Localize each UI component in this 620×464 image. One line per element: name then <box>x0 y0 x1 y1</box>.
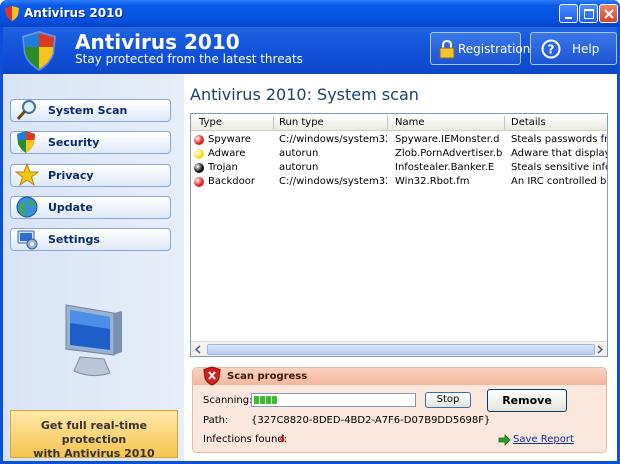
help-button[interactable]: ? Help <box>530 32 617 65</box>
registration-button[interactable]: Registration <box>430 32 530 65</box>
cell-run-type: C://windows/system32/i... <box>279 134 387 145</box>
sidebar-item-privacy[interactable]: Privacy <box>10 163 171 187</box>
app-header: Antivirus 2010 Stay protected from the l… <box>3 27 617 74</box>
app-subtitle: Stay protected from the latest threats <box>75 52 303 66</box>
threat-level-icon <box>194 163 204 173</box>
sidebar-item-security[interactable]: Security <box>10 131 171 154</box>
cell-details: Steals sensitive informat <box>511 162 607 173</box>
promo-line-2: with Antivirus 2010 <box>33 447 155 460</box>
cell-name: Zlob.PornAdvertiser.ba <box>395 148 503 159</box>
main-panel: Antivirus 2010: System scan Type Run typ… <box>184 74 617 461</box>
remove-button[interactable]: Remove <box>487 389 567 412</box>
progress-segment <box>254 396 259 404</box>
cell-details: An IRC controlled backd <box>511 176 607 187</box>
cell-type: Adware <box>208 148 246 159</box>
column-header-details[interactable]: Details <box>511 117 546 128</box>
close-icon <box>604 9 614 19</box>
threats-table[interactable]: Type Run type Name Details Spyware C://w… <box>190 113 608 357</box>
column-separator[interactable] <box>273 116 274 129</box>
app-window: Antivirus 2010 Antivirus 2010 Stay prote… <box>0 0 620 464</box>
cell-type: Backdoor <box>208 176 255 187</box>
minimize-button[interactable] <box>559 4 578 23</box>
threat-level-icon <box>194 149 204 159</box>
shield-icon <box>5 6 19 21</box>
svg-text:?: ? <box>548 43 555 57</box>
scan-progress-header: Scan progress <box>193 366 606 386</box>
cell-run-type: autorun <box>279 162 319 173</box>
scan-progress-bar <box>251 393 416 407</box>
maximize-button[interactable] <box>579 4 598 23</box>
scan-progress-panel: Scan progress Scanning: Stop Remove Path… <box>192 366 607 453</box>
scroll-right-icon[interactable] <box>593 343 606 356</box>
save-report-link[interactable]: Save Report <box>513 434 574 445</box>
cell-name: Win32.Rbot.fm <box>395 176 470 187</box>
cell-run-type: autorun <box>279 148 319 159</box>
sidebar-item-label: Settings <box>48 233 100 246</box>
column-separator[interactable] <box>504 116 505 129</box>
progress-segment <box>272 396 277 404</box>
table-row[interactable]: Spyware C://windows/system32/i... Spywar… <box>191 133 607 147</box>
threat-level-icon <box>194 135 204 145</box>
scanning-label: Scanning: <box>203 395 253 406</box>
cell-run-type: C://windows/system32/... <box>279 176 387 187</box>
close-button[interactable] <box>599 4 618 23</box>
page-title: Antivirus 2010: System scan <box>190 85 419 104</box>
column-separator[interactable] <box>387 116 388 129</box>
shield-icon <box>17 131 35 153</box>
table-row[interactable]: Adware autorun Zlob.PornAdvertiser.ba Ad… <box>191 147 607 161</box>
registration-label: Registration <box>458 42 531 56</box>
stop-button[interactable]: Stop <box>425 392 471 408</box>
path-value: {327C8820-8DED-4BD2-A7F6-D07B9DD5698F} <box>251 415 491 426</box>
title-bar[interactable]: Antivirus 2010 <box>0 0 620 27</box>
cell-details: Steals passwords from I <box>511 134 607 145</box>
app-title: Antivirus 2010 <box>75 30 240 54</box>
sidebar-item-system-scan[interactable]: System Scan <box>10 99 171 122</box>
shield-logo-icon <box>22 31 56 71</box>
scrollbar-thumb[interactable] <box>207 344 595 355</box>
sidebar: System Scan Security Privacy Update Sett… <box>3 74 184 461</box>
sidebar-item-label: Security <box>48 136 100 149</box>
progress-fill <box>254 396 278 404</box>
progress-segment <box>266 396 271 404</box>
maximize-icon <box>584 9 594 19</box>
sidebar-item-settings[interactable]: Settings <box>10 228 171 251</box>
promo-line-1: Get full real-time protection <box>40 419 148 446</box>
cell-details: Adware that displays po <box>511 148 607 159</box>
cell-type: Spyware <box>208 134 251 145</box>
star-icon <box>15 163 39 187</box>
magnifier-icon <box>16 100 36 120</box>
promo-banner[interactable]: Get full real-time protection with Antiv… <box>10 410 178 460</box>
scroll-left-icon[interactable] <box>192 343 205 356</box>
infections-label: Infections found: <box>203 434 288 445</box>
help-icon: ? <box>541 39 561 59</box>
threat-level-icon <box>194 177 204 187</box>
sidebar-item-update[interactable]: Update <box>10 196 171 219</box>
computer-monitor-image <box>65 304 122 377</box>
infections-count: 4 <box>279 434 286 445</box>
table-row[interactable]: Backdoor C://windows/system32/... Win32.… <box>191 175 607 189</box>
save-report-icon[interactable] <box>498 434 511 446</box>
table-row[interactable]: Trojan autorun Infostealer.Banker.E Stea… <box>191 161 607 175</box>
progress-segment <box>260 396 265 404</box>
cell-name: Infostealer.Banker.E <box>395 162 495 173</box>
minimize-icon <box>565 17 572 19</box>
table-header: Type Run type Name Details <box>191 114 607 131</box>
sidebar-item-label: Privacy <box>48 169 94 182</box>
sidebar-item-label: System Scan <box>48 104 128 117</box>
sidebar-item-label: Update <box>48 201 93 214</box>
lock-icon <box>439 39 455 59</box>
settings-icon <box>17 230 38 250</box>
globe-icon <box>16 196 38 218</box>
scan-progress-title: Scan progress <box>227 371 308 382</box>
column-header-type[interactable]: Type <box>199 117 222 128</box>
cell-type: Trojan <box>208 162 238 173</box>
help-label: Help <box>572 42 600 56</box>
path-label: Path: <box>203 415 229 426</box>
horizontal-scrollbar[interactable] <box>191 341 607 356</box>
warning-shield-icon <box>203 366 221 386</box>
column-header-name[interactable]: Name <box>395 117 425 128</box>
window-title: Antivirus 2010 <box>24 6 123 20</box>
cell-name: Spyware.IEMonster.d <box>395 134 500 145</box>
column-header-run-type[interactable]: Run type <box>279 117 324 128</box>
